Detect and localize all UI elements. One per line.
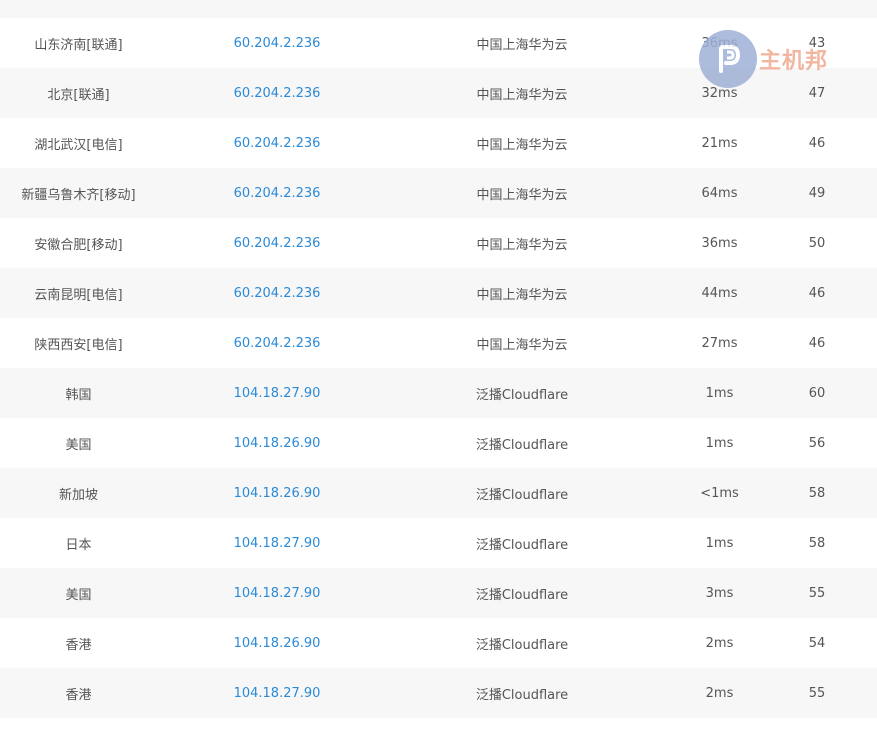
- response-time-cell: 3ms: [705, 585, 734, 601]
- response-time-cell: 36ms: [701, 235, 738, 251]
- isp-cell: 中国上海华为云: [476, 37, 568, 53]
- ip-link[interactable]: 60.204.2.236: [157, 186, 397, 201]
- ip-link[interactable]: 60.204.2.236: [157, 136, 397, 151]
- response-time-cell: 27ms: [701, 335, 738, 351]
- ttl-cell: 58: [808, 535, 826, 551]
- ip-link[interactable]: 104.18.27.90: [157, 686, 397, 701]
- watermark: 主机邦: [699, 30, 828, 88]
- response-time-cell: 44ms: [701, 285, 738, 301]
- location-cell: 新加坡: [58, 487, 98, 503]
- ip-link[interactable]: 104.18.27.90: [157, 586, 397, 601]
- location-cell: 香港: [65, 637, 92, 653]
- isp-cell: 泛播Cloudflare: [475, 587, 569, 603]
- response-time-cell: 2ms: [705, 635, 734, 651]
- location-cell: 新疆乌鲁木齐[移动]: [21, 187, 136, 203]
- response-time-cell: <1ms: [700, 485, 739, 501]
- ip-link[interactable]: 60.204.2.236: [157, 286, 397, 301]
- ip-link[interactable]: 60.204.2.236: [157, 86, 397, 101]
- location-cell: 香港: [65, 687, 92, 703]
- table-row: 美国 104.18.27.90 泛播Cloudflare 3ms 55: [0, 568, 877, 618]
- response-time-cell: 2ms: [705, 685, 734, 701]
- isp-cell: 泛播Cloudflare: [475, 637, 569, 653]
- response-time-cell: 21ms: [701, 135, 738, 151]
- p-logo-icon: [699, 30, 757, 88]
- location-cell: 韩国: [65, 387, 92, 403]
- response-time-cell: 64ms: [701, 185, 738, 201]
- table-row: 安徽合肥[移动] 60.204.2.236 中国上海华为云 36ms 50: [0, 218, 877, 268]
- table-row: 云南昆明[电信] 60.204.2.236 中国上海华为云 44ms 46: [0, 268, 877, 318]
- ip-link[interactable]: 60.204.2.236: [157, 36, 397, 51]
- isp-cell: 泛播Cloudflare: [475, 387, 569, 403]
- ttl-cell: 46: [808, 285, 826, 301]
- table-row: 韩国 104.18.27.90 泛播Cloudflare 1ms 60: [0, 368, 877, 418]
- ttl-cell: 60: [808, 385, 826, 401]
- ttl-cell: 55: [808, 685, 826, 701]
- isp-cell: 中国上海华为云: [476, 337, 568, 353]
- location-cell: 美国: [65, 437, 92, 453]
- response-time-cell: 1ms: [705, 435, 734, 451]
- isp-cell: 中国上海华为云: [476, 287, 568, 303]
- location-cell: 云南昆明[电信]: [34, 287, 123, 303]
- table-row: 新加坡 104.18.26.90 泛播Cloudflare <1ms 58: [0, 468, 877, 518]
- isp-cell: 中国上海华为云: [476, 137, 568, 153]
- ttl-cell: 49: [808, 185, 826, 201]
- isp-cell: 泛播Cloudflare: [475, 437, 569, 453]
- table-row: [0, 0, 877, 18]
- table-row: 日本 104.18.27.90 泛播Cloudflare 1ms 58: [0, 518, 877, 568]
- isp-cell: 泛播Cloudflare: [475, 687, 569, 703]
- table-row: 陕西西安[电信] 60.204.2.236 中国上海华为云 27ms 46: [0, 318, 877, 368]
- location-cell: 陕西西安[电信]: [34, 337, 123, 353]
- ip-link[interactable]: 104.18.26.90: [157, 636, 397, 651]
- isp-cell: 泛播Cloudflare: [475, 537, 569, 553]
- ttl-cell: 56: [808, 435, 826, 451]
- ttl-cell: 58: [808, 485, 826, 501]
- isp-cell: 中国上海华为云: [476, 187, 568, 203]
- ip-link[interactable]: 60.204.2.236: [157, 236, 397, 251]
- response-time-cell: 1ms: [705, 385, 734, 401]
- ttl-cell: 55: [808, 585, 826, 601]
- ip-link[interactable]: 104.18.27.90: [157, 386, 397, 401]
- ttl-cell: 46: [808, 335, 826, 351]
- ip-link[interactable]: 104.18.27.90: [157, 536, 397, 551]
- location-cell: 北京[联通]: [47, 87, 110, 103]
- table-row: 新疆乌鲁木齐[移动] 60.204.2.236 中国上海华为云 64ms 49: [0, 168, 877, 218]
- ip-link[interactable]: 104.18.26.90: [157, 486, 397, 501]
- watermark-text: 主机邦: [759, 49, 829, 74]
- table-row: 美国 104.18.26.90 泛播Cloudflare 1ms 56: [0, 418, 877, 468]
- ip-link[interactable]: 60.204.2.236: [157, 336, 397, 351]
- location-cell: 美国: [65, 587, 92, 603]
- isp-cell: 中国上海华为云: [476, 87, 568, 103]
- table-row: 香港 104.18.26.90 泛播Cloudflare 2ms 54: [0, 618, 877, 668]
- ping-results-table: 山东济南[联通] 60.204.2.236 中国上海华为云 36ms 43 北京…: [0, 0, 877, 718]
- isp-cell: 泛播Cloudflare: [475, 487, 569, 503]
- location-cell: 日本: [65, 537, 92, 553]
- table-row: 湖北武汉[电信] 60.204.2.236 中国上海华为云 21ms 46: [0, 118, 877, 168]
- table-row: 香港 104.18.27.90 泛播Cloudflare 2ms 55: [0, 668, 877, 718]
- location-cell: 湖北武汉[电信]: [34, 137, 123, 153]
- ttl-cell: 50: [808, 235, 826, 251]
- response-time-cell: 1ms: [705, 535, 734, 551]
- location-cell: 山东济南[联通]: [34, 37, 123, 53]
- ip-link[interactable]: 104.18.26.90: [157, 436, 397, 451]
- isp-cell: 中国上海华为云: [476, 237, 568, 253]
- ttl-cell: 46: [808, 135, 826, 151]
- ttl-cell: 54: [808, 635, 826, 651]
- location-cell: 安徽合肥[移动]: [34, 237, 123, 253]
